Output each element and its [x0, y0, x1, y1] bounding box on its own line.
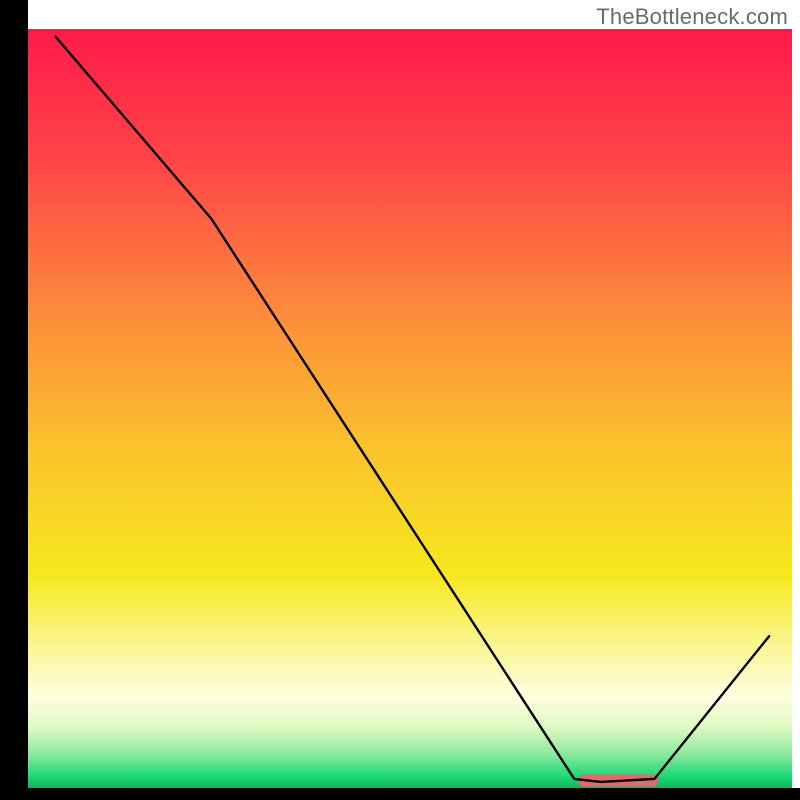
chart-background	[28, 29, 792, 788]
chart-svg	[0, 0, 800, 800]
watermark-text: TheBottleneck.com	[596, 4, 788, 30]
chart-stage: TheBottleneck.com	[0, 0, 800, 800]
